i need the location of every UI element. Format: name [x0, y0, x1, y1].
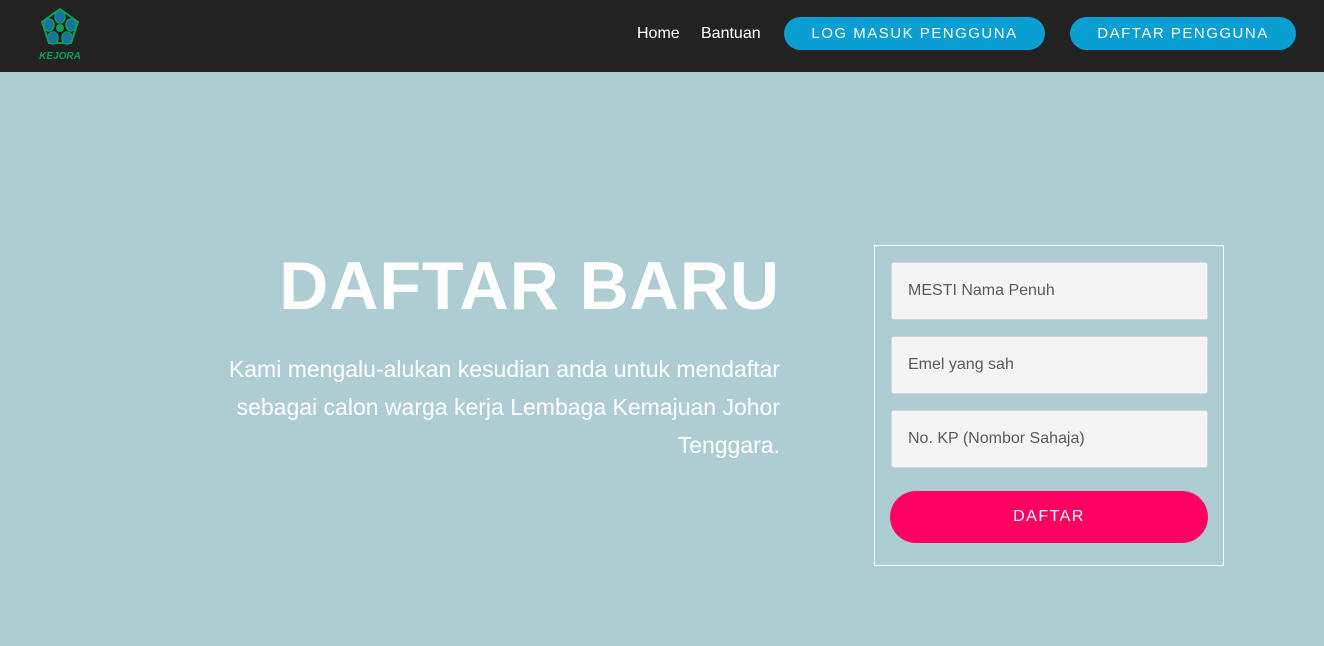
login-button[interactable]: LOG MASUK PENGGUNA — [784, 17, 1045, 50]
ic-number-input[interactable] — [891, 410, 1208, 468]
flower-logo-icon — [40, 7, 80, 45]
full-name-input[interactable] — [891, 262, 1208, 320]
hero-description: Kami mengalu-alukan kesudian anda untuk … — [228, 356, 780, 458]
submit-register-button[interactable]: DAFTAR — [890, 491, 1208, 543]
registration-form: DAFTAR — [874, 245, 1224, 566]
page-title: DAFTAR BARU — [279, 248, 780, 324]
nav-link-home[interactable]: Home — [637, 24, 680, 44]
register-user-button[interactable]: DAFTAR PENGGUNA — [1070, 17, 1296, 50]
email-input[interactable] — [891, 336, 1208, 394]
nav-link-help[interactable]: Bantuan — [701, 24, 761, 44]
logo-wordmark: KEJORA — [39, 51, 81, 62]
navbar: KEJORA Home Bantuan LOG MASUK PENGGUNA D… — [0, 0, 1324, 72]
kejora-logo[interactable]: KEJORA — [34, 5, 86, 63]
